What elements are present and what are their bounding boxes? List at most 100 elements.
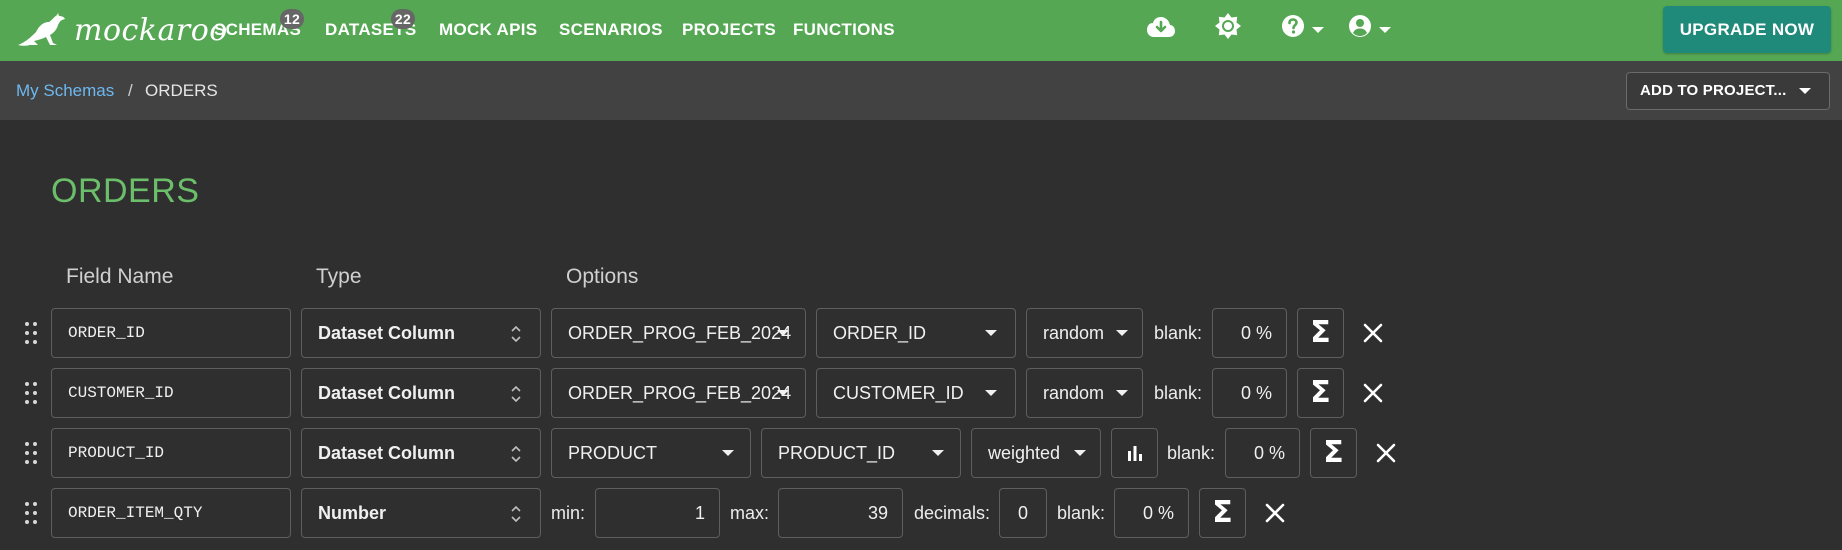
chevron-down-icon xyxy=(777,390,789,396)
blank-label: blank: xyxy=(1154,383,1203,403)
column-select[interactable]: PRODUCT_ID xyxy=(761,428,961,478)
dataset-select-value: PRODUCT xyxy=(568,443,657,463)
page-title: ORDERS xyxy=(51,172,200,210)
nav-mock-apis[interactable]: MOCK APIS xyxy=(439,20,537,40)
column-select-value: ORDER_ID xyxy=(833,323,927,343)
distribution-select-value: random xyxy=(1043,323,1105,343)
distribution-select-value: weighted xyxy=(988,443,1061,463)
dataset-select[interactable]: ORDER_PROG_FEB_2024 xyxy=(551,308,806,358)
blank-percent-input[interactable]: 0 % xyxy=(1212,368,1287,418)
close-icon[interactable] xyxy=(1264,502,1286,524)
max-input[interactable]: 39 xyxy=(778,488,903,538)
blank-percent-input[interactable]: 0 % xyxy=(1114,488,1189,538)
nav-datasets[interactable]: DATASETS 22 xyxy=(325,9,417,40)
type-select[interactable]: Dataset Column xyxy=(301,308,541,358)
blank-percent-input[interactable]: 0 % xyxy=(1212,308,1287,358)
distribution-select-value: random xyxy=(1043,383,1105,403)
field-name-input[interactable]: PRODUCT_ID xyxy=(51,428,291,478)
sigma-icon: Σ xyxy=(1212,495,1233,530)
dataset-select[interactable]: ORDER_PROG_FEB_2024 xyxy=(551,368,806,418)
drag-handle-icon[interactable] xyxy=(25,322,37,344)
type-select[interactable]: Number xyxy=(301,488,541,538)
breadcrumb-current: ORDERS xyxy=(145,81,218,100)
chevron-down-icon xyxy=(722,450,734,456)
nav-projects[interactable]: PROJECTS xyxy=(682,20,776,40)
datasets-count-badge: 22 xyxy=(391,9,415,29)
sort-updown-icon xyxy=(511,325,521,343)
column-header-options: Options xyxy=(566,265,639,288)
breadcrumb-my-schemas-link[interactable]: My Schemas xyxy=(16,81,114,101)
account-icon[interactable] xyxy=(1348,14,1372,38)
close-icon[interactable] xyxy=(1375,442,1397,464)
blank-label: blank: xyxy=(1167,443,1216,463)
cloud-download-icon[interactable] xyxy=(1146,15,1176,39)
formula-button[interactable]: Σ xyxy=(1310,428,1357,478)
drag-handle-icon[interactable] xyxy=(25,382,37,404)
blank-percent-input[interactable]: 0 % xyxy=(1225,428,1300,478)
sort-updown-icon xyxy=(511,445,521,463)
chevron-down-icon xyxy=(932,450,944,456)
kangaroo-icon xyxy=(18,13,65,46)
sigma-icon: Σ xyxy=(1310,375,1331,410)
max-label: max: xyxy=(730,503,770,523)
dataset-select-value: ORDER_PROG_FEB_2024 xyxy=(568,323,792,343)
nav-scenarios[interactable]: SCENARIOS xyxy=(559,20,663,40)
field-name-input[interactable]: CUSTOMER_ID xyxy=(51,368,291,418)
close-icon[interactable] xyxy=(1362,382,1384,404)
distribution-select[interactable]: random xyxy=(1026,368,1143,418)
type-select-value: Dataset Column xyxy=(318,443,456,463)
chevron-down-icon xyxy=(985,390,997,396)
min-input[interactable]: 1 xyxy=(595,488,720,538)
sigma-icon: Σ xyxy=(1323,435,1344,470)
weights-chart-button[interactable] xyxy=(1111,428,1158,478)
drag-handle-icon[interactable] xyxy=(25,502,37,524)
breadcrumb-separator: / xyxy=(128,81,133,100)
type-select-value: Number xyxy=(318,503,387,523)
close-icon[interactable] xyxy=(1362,322,1384,344)
brightness-icon[interactable] xyxy=(1215,13,1241,39)
min-label: min: xyxy=(551,503,586,523)
add-to-project-button[interactable]: ADD TO PROJECT... xyxy=(1626,72,1830,110)
chevron-down-icon xyxy=(1799,88,1811,94)
formula-button[interactable]: Σ xyxy=(1199,488,1246,538)
add-to-project-label: ADD TO PROJECT... xyxy=(1640,82,1787,99)
schemas-count-badge: 12 xyxy=(280,9,304,29)
decimals-input[interactable]: 0 xyxy=(999,488,1047,538)
field-name-input[interactable]: ORDER_ID xyxy=(51,308,291,358)
nav-schemas[interactable]: SCHEMAS 12 xyxy=(214,9,304,40)
upgrade-now-button[interactable]: UPGRADE NOW xyxy=(1663,6,1831,53)
bar-chart-icon xyxy=(1127,446,1142,461)
formula-button[interactable]: Σ xyxy=(1297,308,1344,358)
blank-label: blank: xyxy=(1057,503,1106,523)
brand-name: mockaroo xyxy=(74,12,228,48)
chevron-down-icon xyxy=(1116,390,1128,396)
dataset-select-value: ORDER_PROG_FEB_2024 xyxy=(568,383,792,403)
column-select[interactable]: CUSTOMER_ID xyxy=(816,368,1016,418)
help-menu-chevron-down-icon[interactable] xyxy=(1312,27,1324,33)
decimals-label: decimals: xyxy=(914,503,991,523)
dataset-select[interactable]: PRODUCT xyxy=(551,428,751,478)
drag-handle-icon[interactable] xyxy=(25,442,37,464)
distribution-select[interactable]: weighted xyxy=(971,428,1101,478)
formula-button[interactable]: Σ xyxy=(1297,368,1344,418)
mockaroo-logo[interactable]: mockaroo xyxy=(16,10,228,50)
nav-functions[interactable]: FUNCTIONS xyxy=(793,20,895,40)
chevron-down-icon xyxy=(1116,330,1128,336)
top-navbar: mockaroo SCHEMAS 12 DATASETS 22 MOCK API… xyxy=(0,0,1842,61)
type-select-value: Dataset Column xyxy=(318,383,456,403)
account-menu-chevron-down-icon[interactable] xyxy=(1379,27,1391,33)
type-select[interactable]: Dataset Column xyxy=(301,428,541,478)
help-icon[interactable] xyxy=(1281,14,1305,38)
type-select[interactable]: Dataset Column xyxy=(301,368,541,418)
sigma-icon: Σ xyxy=(1310,315,1331,350)
chevron-down-icon xyxy=(1074,450,1086,456)
chevron-down-icon xyxy=(985,330,997,336)
column-header-field-name: Field Name xyxy=(66,265,174,288)
sort-updown-icon xyxy=(511,385,521,403)
blank-label: blank: xyxy=(1154,323,1203,343)
breadcrumb: My Schemas / ORDERS xyxy=(0,61,1842,120)
column-header-type: Type xyxy=(316,265,362,288)
field-name-input[interactable]: ORDER_ITEM_QTY xyxy=(51,488,291,538)
column-select[interactable]: ORDER_ID xyxy=(816,308,1016,358)
distribution-select[interactable]: random xyxy=(1026,308,1143,358)
